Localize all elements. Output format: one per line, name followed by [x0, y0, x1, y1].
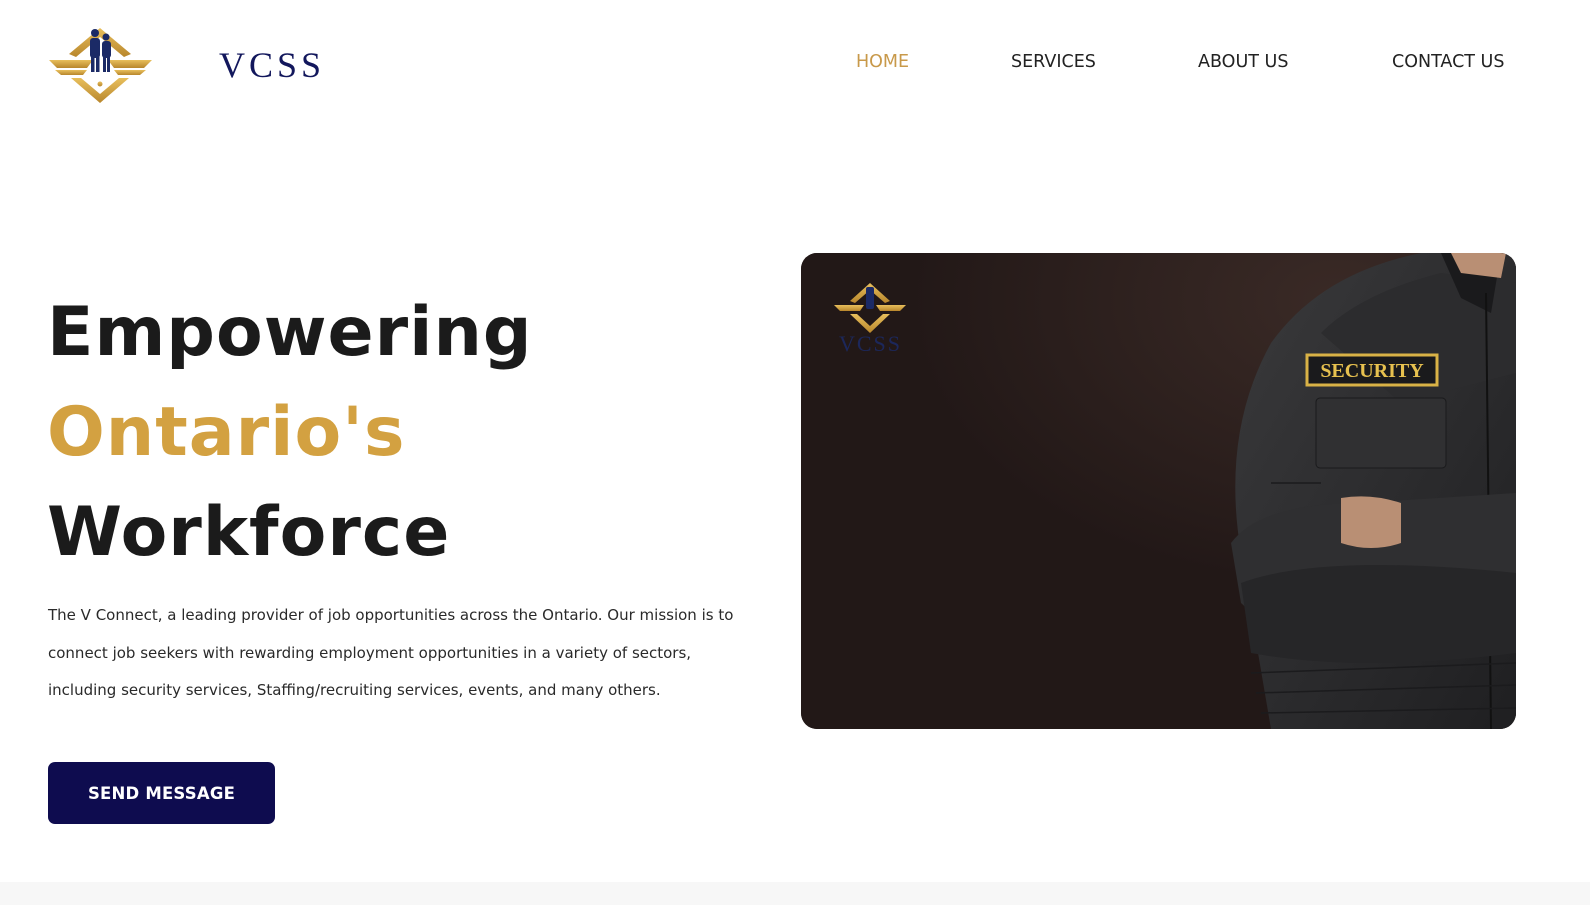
nav-item-about-us[interactable]: ABOUT US [1198, 52, 1288, 72]
send-message-button[interactable]: SEND MESSAGE [48, 762, 275, 824]
hero-title-line-2: Ontario's [47, 393, 406, 472]
hero-description-line-1: The V Connect, a leading provider of job… [48, 606, 734, 624]
hero-description-line-2: connect job seekers with rewarding emplo… [48, 643, 692, 662]
security-patch-text: SECURITY [1320, 360, 1424, 382]
hero-description: The V Connect, a leading provider of job… [48, 597, 768, 710]
hero-title-line-3: Workforce [47, 493, 451, 572]
next-section-edge [0, 882, 1590, 905]
hero-image: VCSS SECURITY [801, 253, 1516, 729]
hero-description-line-3: including security services, Staffing/re… [48, 681, 661, 699]
nav-item-home[interactable]: HOME [856, 52, 909, 72]
watermark-text: VCSS [839, 331, 902, 356]
site-header: VCSS HOME SERVICES ABOUT US CONTACT US [0, 0, 1590, 130]
main-nav: HOME SERVICES ABOUT US CONTACT US [0, 52, 1590, 76]
hero-title: Empowering Ontario's Workforce [47, 283, 533, 583]
nav-item-contact-us[interactable]: CONTACT US [1392, 52, 1504, 72]
hero-title-line-1: Empowering [47, 293, 533, 372]
nav-item-services[interactable]: SERVICES [1011, 52, 1096, 72]
security-guard-illustration: VCSS SECURITY [801, 253, 1516, 729]
